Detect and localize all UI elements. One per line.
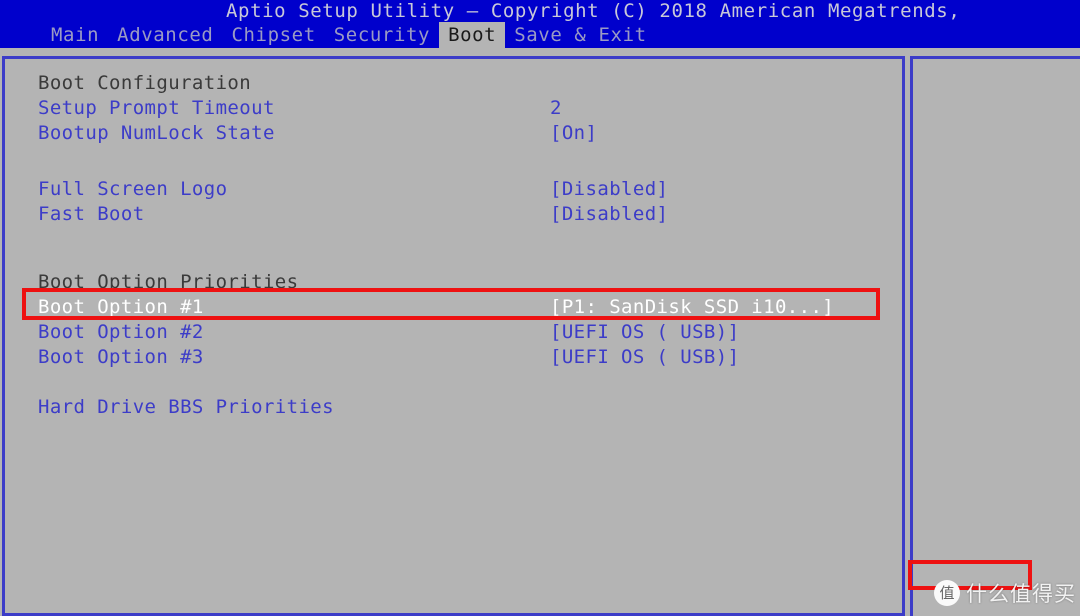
setting-value-setup-prompt-timeout[interactable]: 2 xyxy=(550,96,562,121)
section-heading-boot-configuration: Boot Configuration xyxy=(38,72,252,94)
setting-label-bootup-numlock-state[interactable]: Bootup NumLock State xyxy=(38,121,275,146)
setting-label-full-screen-logo[interactable]: Full Screen Logo xyxy=(38,177,227,202)
boot-option-2-value[interactable]: [UEFI OS ( USB)] xyxy=(550,320,739,345)
boot-option-1-value[interactable]: [P1: SanDisk SSD i10...] xyxy=(550,295,834,320)
setting-value-bootup-numlock-state[interactable]: [On] xyxy=(550,121,597,146)
boot-option-2-label[interactable]: Boot Option #2 xyxy=(38,320,204,345)
setting-label-fast-boot[interactable]: Fast Boot xyxy=(38,202,145,227)
menu-bar: Main Advanced Chipset Security Boot Save & Ex… xyxy=(0,22,1080,48)
tab-security[interactable]: Security xyxy=(325,22,439,48)
tab-advanced[interactable]: Advanced xyxy=(108,22,222,48)
setting-label-setup-prompt-timeout[interactable]: Setup Prompt Timeout xyxy=(38,96,275,121)
boot-option-1-label[interactable]: Boot Option #1 xyxy=(38,295,204,320)
tab-save-exit[interactable]: Save & Exit xyxy=(505,22,655,48)
body-area: Boot Configuration Setup Prompt Timeout … xyxy=(0,56,1080,616)
tab-main[interactable]: Main xyxy=(42,22,108,48)
settings-panel: Boot Configuration Setup Prompt Timeout … xyxy=(2,56,905,616)
setting-value-fast-boot[interactable]: [Disabled] xyxy=(550,202,668,227)
menu-underline xyxy=(0,48,1080,56)
setting-value-full-screen-logo[interactable]: [Disabled] xyxy=(550,177,668,202)
title-bar: Aptio Setup Utility – Copyright (C) 2018… xyxy=(0,0,1080,22)
boot-option-3-label[interactable]: Boot Option #3 xyxy=(38,345,204,370)
help-panel: Sets the sys →←: Select S ↑↓: Select I E… xyxy=(910,56,1080,616)
tab-boot[interactable]: Boot xyxy=(439,22,506,48)
page-title: Aptio Setup Utility – Copyright (C) 2018… xyxy=(226,0,961,22)
boot-option-3-value[interactable]: [UEFI OS ( USB)] xyxy=(550,345,739,370)
tab-chipset[interactable]: Chipset xyxy=(222,22,324,48)
submenu-hard-drive-bbs-priorities[interactable]: Hard Drive BBS Priorities xyxy=(38,395,334,420)
bios-setup-screen: Aptio Setup Utility – Copyright (C) 2018… xyxy=(0,0,1080,616)
section-heading-boot-option-priorities: Boot Option Priorities xyxy=(38,271,299,293)
